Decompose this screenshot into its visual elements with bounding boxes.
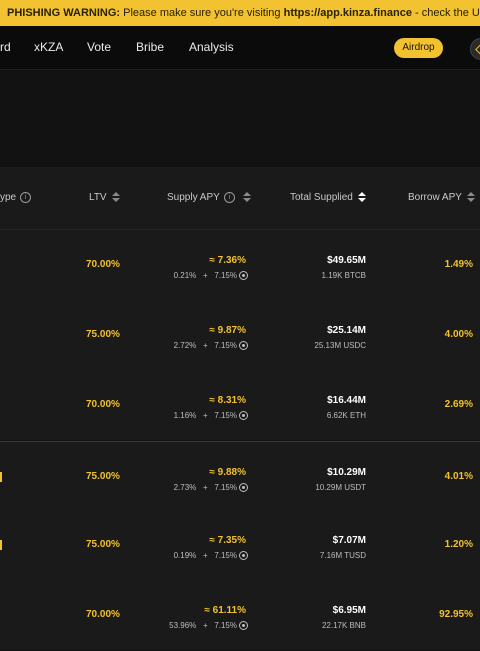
base-apy: 0.21%	[173, 271, 197, 280]
reward-apy: 7.15%	[214, 341, 237, 350]
header-total-supplied[interactable]: Total Supplied	[290, 167, 366, 229]
supply-apy-breakdown: 53.96% + 7.15%	[169, 621, 248, 631]
kinza-reward-icon	[239, 483, 248, 493]
page-spacer	[0, 70, 480, 167]
borrow-apy-value: 4.01%	[444, 471, 473, 482]
header-borrow-apy-label: Borrow APY	[408, 192, 462, 203]
info-icon[interactable]: i	[20, 191, 32, 203]
nav-item-dashboard[interactable]: rd	[0, 26, 11, 69]
header-supply-apy[interactable]: Supply APY i	[167, 167, 251, 229]
sort-icon	[242, 191, 251, 203]
reward-apy: 7.15%	[214, 621, 237, 630]
market-row[interactable]: 75.00% ≈ 9.87% 2.72% + 7.15% $25.14M 25.…	[0, 300, 480, 371]
kinza-reward-icon	[239, 551, 248, 561]
ltv-value: 70.00%	[86, 609, 120, 620]
nav-item-xkza[interactable]: xKZA	[34, 26, 63, 69]
sort-icon	[466, 191, 475, 203]
total-supplied-amount: 22.17K BNB	[321, 621, 366, 630]
plus-sign: +	[202, 411, 208, 420]
supply-apy-value: ≈ 61.11%	[204, 605, 246, 616]
warning-text-end: - check the URL carefully.	[415, 7, 480, 19]
base-apy: 2.73%	[173, 483, 197, 492]
warning-title: PHISHING WARNING:	[7, 7, 121, 19]
market-row[interactable]: 75.00% ≈ 7.35% 0.19% + 7.15% $7.07M 7.16…	[0, 510, 480, 581]
total-supplied-usd: $16.44M	[327, 395, 366, 406]
warning-text: Please make sure you're visiting	[123, 7, 281, 19]
borrow-apy-value: 1.49%	[444, 259, 473, 270]
header-supply-apy-label: Supply APY	[167, 192, 220, 203]
total-supplied-usd: $6.95M	[332, 605, 366, 616]
reward-apy: 7.15%	[214, 271, 237, 280]
markets-table-header: ype i LTV Supply APY i Total Supplied Borr…	[0, 167, 480, 230]
total-supplied-amount: 7.16M TUSD	[319, 551, 366, 560]
market-row[interactable]: 70.00% ≈ 61.11% 53.96% + 7.15% $6.95M 22…	[0, 580, 480, 651]
plus-sign: +	[202, 271, 208, 280]
base-apy: 0.19%	[173, 551, 197, 560]
total-supplied-usd: $25.14M	[327, 325, 366, 336]
header-total-supplied-label: Total Supplied	[290, 192, 353, 203]
market-row[interactable]: 70.00% ≈ 7.36% 0.21% + 7.15% $49.65M 1.1…	[0, 230, 480, 301]
supply-apy-value: ≈ 7.36%	[209, 255, 246, 266]
market-row[interactable]: 70.00% ≈ 8.31% 1.16% + 7.15% $16.44M 6.6…	[0, 370, 480, 441]
supply-apy-value: ≈ 7.35%	[209, 535, 246, 546]
base-apy: 53.96%	[169, 621, 197, 630]
total-supplied-amount: 25.13M USDC	[314, 341, 366, 350]
supply-apy-breakdown: 0.19% + 7.15%	[173, 551, 248, 561]
supply-apy-value: ≈ 9.88%	[209, 467, 246, 478]
borrow-apy-value: 1.20%	[444, 539, 473, 550]
borrow-apy-value: 4.00%	[444, 329, 473, 340]
supply-apy-value: ≈ 9.87%	[209, 325, 246, 336]
total-supplied-usd: $49.65M	[327, 255, 366, 266]
nav-item-vote[interactable]: Vote	[87, 26, 111, 69]
ltv-value: 75.00%	[86, 471, 120, 482]
header-ltv-label: LTV	[89, 192, 107, 203]
reward-apy: 7.15%	[214, 551, 237, 560]
supply-apy-breakdown: 0.21% + 7.15%	[173, 271, 248, 281]
airdrop-button[interactable]: Airdrop	[394, 38, 443, 58]
borrow-apy-value: 2.69%	[444, 399, 473, 410]
asset-icon-edge	[0, 540, 2, 550]
sort-desc-icon	[357, 191, 366, 203]
header-borrow-apy[interactable]: Borrow APY	[408, 167, 475, 229]
supply-apy-breakdown: 1.16% + 7.15%	[173, 411, 248, 421]
supply-apy-breakdown: 2.72% + 7.15%	[173, 341, 248, 351]
ltv-value: 70.00%	[86, 399, 120, 410]
reward-apy: 7.15%	[214, 483, 237, 492]
warning-url: https://app.kinza.finance	[283, 7, 412, 19]
ltv-value: 75.00%	[86, 329, 120, 340]
kinza-reward-icon	[239, 341, 248, 351]
borrow-apy-value: 92.95%	[439, 609, 473, 620]
kinza-reward-icon	[239, 271, 248, 281]
ltv-value: 70.00%	[86, 259, 120, 270]
nav-item-analysis[interactable]: Analysis	[189, 26, 234, 69]
plus-sign: +	[202, 483, 208, 492]
total-supplied-usd: $7.07M	[332, 535, 366, 546]
reward-apy: 7.15%	[214, 411, 237, 420]
supply-apy-breakdown: 2.73% + 7.15%	[173, 483, 248, 493]
kinza-token-icon[interactable]	[470, 38, 480, 60]
kinza-reward-icon	[239, 411, 248, 421]
info-icon[interactable]: i	[223, 191, 235, 203]
phishing-warning-banner: PHISHING WARNING: Please make sure you'r…	[0, 0, 480, 26]
sort-icon	[111, 191, 120, 203]
kinza-reward-icon	[239, 621, 248, 631]
ltv-value: 75.00%	[86, 539, 120, 550]
base-apy: 2.72%	[173, 341, 197, 350]
total-supplied-amount: 10.29M USDT	[315, 483, 366, 492]
header-ltv[interactable]: LTV	[89, 167, 120, 229]
total-supplied-amount: 6.62K ETH	[326, 411, 366, 420]
asset-icon-edge	[0, 472, 2, 482]
total-supplied-usd: $10.29M	[327, 467, 366, 478]
supply-apy-value: ≈ 8.31%	[209, 395, 246, 406]
header-type-label: ype	[0, 192, 17, 203]
nav-item-bribe[interactable]: Bribe	[136, 26, 164, 69]
top-nav: rd xKZA Vote Bribe Analysis Airdrop	[0, 26, 480, 70]
plus-sign: +	[202, 621, 208, 630]
plus-sign: +	[202, 551, 208, 560]
total-supplied-amount: 1.19K BTCB	[321, 271, 366, 280]
header-type[interactable]: ype i	[0, 167, 32, 229]
plus-sign: +	[202, 341, 208, 350]
market-row[interactable]: 75.00% ≈ 9.88% 2.73% + 7.15% $10.29M 10.…	[0, 441, 480, 513]
base-apy: 1.16%	[173, 411, 197, 420]
